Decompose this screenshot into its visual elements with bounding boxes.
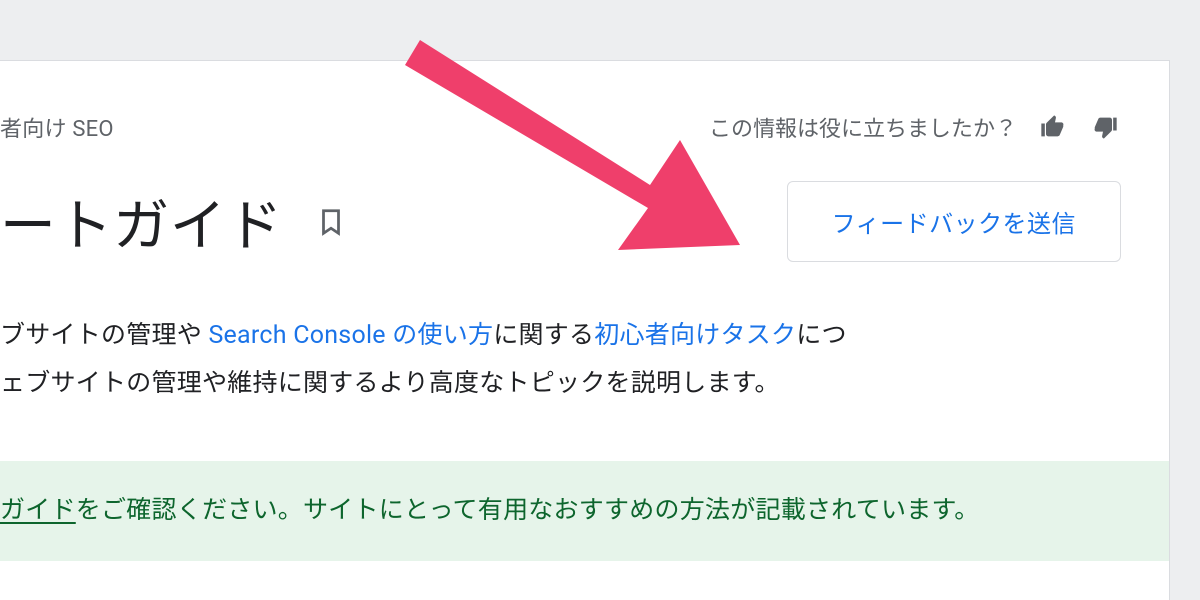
body-text: ブサイトの管理や — [0, 321, 208, 350]
tip-banner: ガイドをご確認ください。サイトにとって有用なおすすめの方法が記載されています。 — [0, 461, 1169, 561]
helpful-text: この情報は役に立ちましたか？ — [709, 111, 1017, 143]
thumbs-down-icon[interactable] — [1089, 111, 1121, 143]
search-console-link[interactable]: Search Console の使い方 — [208, 321, 493, 350]
body-text: に関する — [493, 321, 594, 350]
content-card: 者向け SEO この情報は役に立ちましたか？ ートガイド フィードバックを送信 … — [0, 60, 1170, 600]
breadcrumb[interactable]: 者向け SEO — [0, 111, 114, 143]
send-feedback-button[interactable]: フィードバックを送信 — [787, 181, 1121, 262]
page-title: ートガイド — [0, 181, 283, 262]
helpful-prompt: この情報は役に立ちましたか？ — [709, 111, 1121, 143]
thumbs-up-icon[interactable] — [1037, 111, 1069, 143]
tip-text: をご確認ください。サイトにとって有用なおすすめの方法が記載されています。 — [76, 496, 980, 525]
tip-guide-link[interactable]: ガイド — [0, 496, 76, 525]
body-text: ェブサイトの管理や維持に関するより高度なトピックを説明します。 — [0, 369, 780, 398]
beginner-tasks-link[interactable]: 初心者向けタスク — [594, 321, 796, 350]
bookmark-icon[interactable] — [311, 202, 351, 242]
body-text: につ — [796, 321, 847, 350]
article-body: ブサイトの管理や Search Console の使い方に関する初心者向けタスク… — [0, 312, 1121, 407]
